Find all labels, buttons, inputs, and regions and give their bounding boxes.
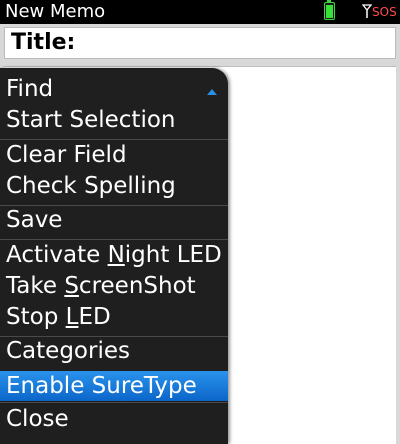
menu-item-stop-led[interactable]: Stop LED (0, 302, 228, 332)
menu-item-find[interactable]: Find (0, 74, 228, 104)
menu-item-activate-night-led[interactable]: Activate Night LED (0, 240, 228, 270)
battery-icon (324, 0, 335, 20)
context-menu: Find Start Selection Clear Field Check S… (0, 68, 228, 444)
menu-item-save[interactable]: Save (0, 205, 228, 235)
title-label: Title: (11, 30, 76, 55)
menu-item-close[interactable]: Close (0, 404, 228, 434)
menu-item-clear-field[interactable]: Clear Field (0, 140, 228, 170)
scroll-up-arrow-icon[interactable] (207, 89, 217, 95)
menu-separator (0, 402, 228, 403)
menu-item-start-selection[interactable]: Start Selection (0, 105, 228, 135)
signal-antenna-icon (362, 4, 372, 18)
menu-item-check-spelling[interactable]: Check Spelling (0, 171, 228, 201)
status-bar: New Memo SOS (0, 0, 400, 24)
app-title: New Memo (5, 1, 106, 22)
title-field[interactable]: Title: (4, 27, 396, 59)
menu-item-take-screenshot[interactable]: Take ScreenShot (0, 271, 228, 301)
menu-item-enable-suretype[interactable]: Enable SureType (0, 371, 228, 401)
menu-item-categories[interactable]: Categories (0, 336, 228, 366)
sos-indicator: SOS (372, 5, 397, 19)
